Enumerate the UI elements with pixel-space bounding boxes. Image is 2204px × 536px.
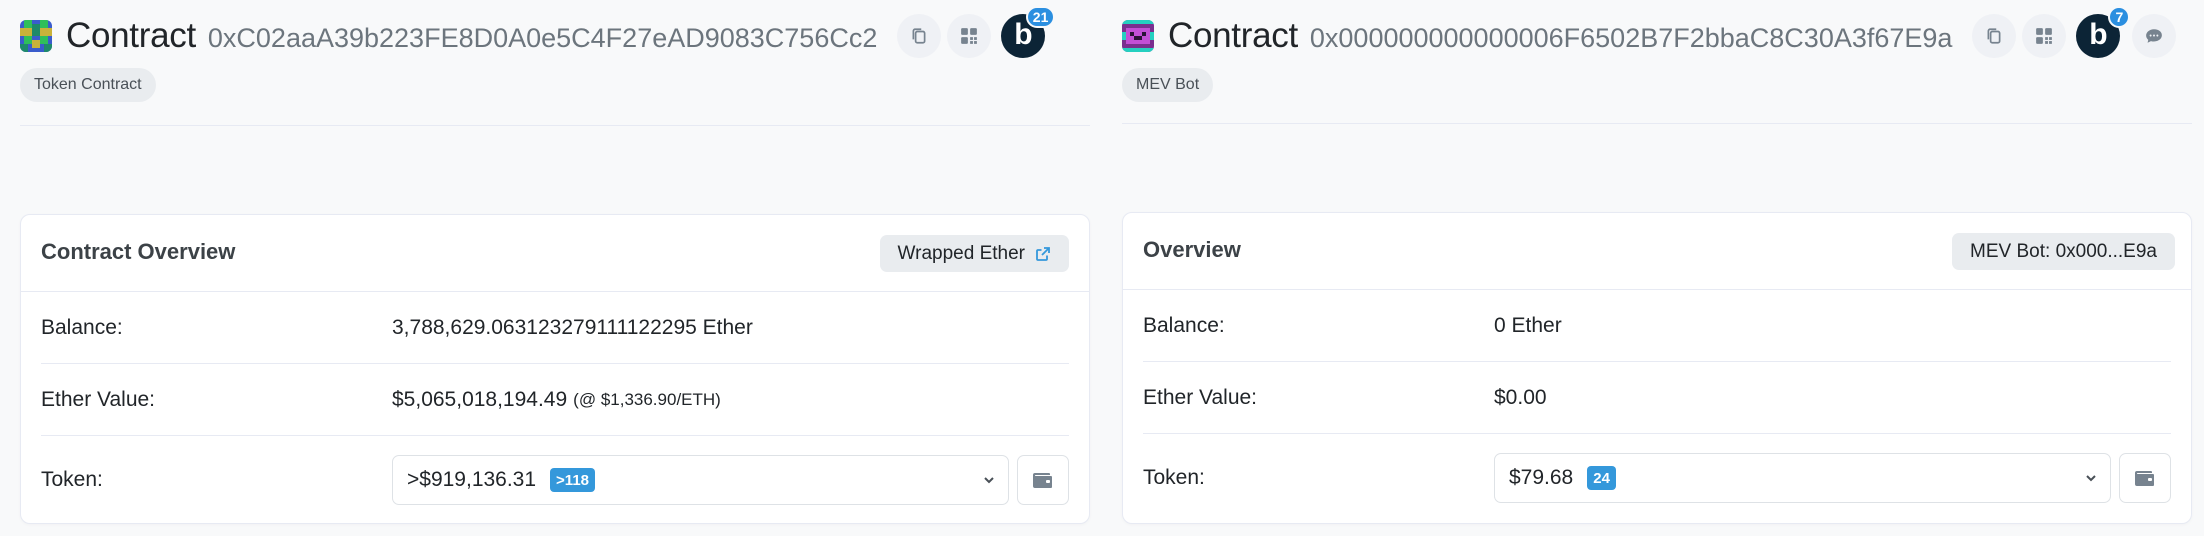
- balance-label: Balance:: [1143, 313, 1225, 337]
- contract-tag[interactable]: MEV Bot: [1122, 68, 1214, 102]
- token-amount: $79.68: [1509, 466, 1574, 489]
- copy-icon: [1987, 28, 2001, 44]
- contract-overview-card: Contract Overview Wrapped Ether Balance:…: [20, 214, 1090, 524]
- balance-value: 3,788,629.063123279111122295 Ether: [392, 315, 753, 339]
- ether-value-row: Ether Value: $0.00: [1143, 362, 2171, 434]
- qr-code-button[interactable]: [2022, 14, 2067, 58]
- qr-code-icon: [2036, 28, 2053, 44]
- qr-code-icon: [961, 28, 978, 44]
- blockscan-chat-button[interactable]: b 21: [1001, 6, 1056, 58]
- token-holdings-dropdown[interactable]: $79.68 24: [1494, 453, 2111, 503]
- blockscan-logo-icon: b: [2089, 17, 2108, 51]
- overview-card: Overview MEV Bot: 0x000...E9a Balance: 0…: [1122, 212, 2192, 524]
- qr-code-button[interactable]: [947, 14, 992, 58]
- token-row: Token: >$919,136.31 >118: [41, 436, 1069, 524]
- ether-value-label: Ether Value:: [41, 387, 156, 411]
- card-header: Overview MEV Bot: 0x000...E9a: [1123, 213, 2191, 290]
- token-link-button[interactable]: Wrapped Ether: [879, 235, 1069, 272]
- chevron-down-icon: [984, 477, 994, 484]
- contract-header: Contract 0x000000000000006F6502B7F2bbaC8…: [1122, 0, 2192, 124]
- balance-value: 0 Ether: [1494, 313, 1562, 337]
- token-link-label: Wrapped Ether: [897, 242, 1025, 264]
- comment-button[interactable]: [2132, 14, 2177, 58]
- ether-value: $0.00: [1494, 385, 1547, 409]
- card-title: Overview: [1143, 237, 1241, 262]
- token-label: Token:: [41, 468, 103, 491]
- page-title: Contract: [1168, 16, 1298, 55]
- page-title: Contract: [66, 16, 196, 55]
- notification-badge: 21: [1025, 6, 1056, 28]
- wallet-button[interactable]: [2119, 453, 2171, 503]
- copy-address-button[interactable]: [1972, 14, 2017, 58]
- contract-tag[interactable]: Token Contract: [20, 68, 156, 102]
- contract-header: Contract 0xC02aaA39b223FE8D0A0e5C4F27eAD…: [20, 0, 1090, 126]
- contract-address: 0x000000000000006F6502B7F2bbaC8C30A3f67E…: [1309, 22, 1953, 53]
- card-title: Contract Overview: [41, 239, 236, 264]
- right-contract-panel: Contract 0x000000000000006F6502B7F2bbaC8…: [1122, 0, 2192, 536]
- wallet-icon: [2135, 471, 2154, 486]
- left-contract-panel: Contract 0xC02aaA39b223FE8D0A0e5C4F27eAD…: [20, 0, 1090, 536]
- ether-value-label: Ether Value:: [1143, 385, 1258, 409]
- token-row: Token: $79.68 24: [1143, 434, 2171, 522]
- balance-row: Balance: 3,788,629.063123279111122295 Et…: [41, 292, 1069, 364]
- token-label: Token:: [1143, 466, 1205, 489]
- chevron-down-icon: [2086, 475, 2096, 482]
- chat-bubble-icon: [2146, 29, 2163, 43]
- name-tag-label: MEV Bot: 0x000...E9a: [1970, 240, 2157, 262]
- token-holdings-dropdown[interactable]: >$919,136.31 >118: [392, 455, 1009, 505]
- copy-address-button[interactable]: [897, 14, 942, 58]
- ether-value: $5,065,018,194.49: [392, 387, 568, 411]
- external-link-icon: [1036, 246, 1050, 261]
- contract-address: 0xC02aaA39b223FE8D0A0e5C4F27eAD9083C756C…: [207, 22, 878, 53]
- wallet-icon: [1033, 473, 1052, 488]
- card-header: Contract Overview Wrapped Ether: [21, 215, 1089, 292]
- copy-icon: [912, 28, 926, 44]
- wallet-button[interactable]: [1017, 455, 1069, 505]
- balance-label: Balance:: [41, 315, 123, 339]
- ether-rate: (@ $1,336.90/ETH): [573, 389, 721, 409]
- token-amount: >$919,136.31: [407, 468, 537, 491]
- token-count-badge: >118: [550, 468, 596, 492]
- token-count-badge: 24: [1587, 466, 1616, 490]
- notification-badge: 7: [2108, 6, 2131, 28]
- ether-value-row: Ether Value: $5,065,018,194.49 (@ $1,336…: [41, 364, 1069, 436]
- identicon-avatar: [1122, 20, 1154, 52]
- name-tag-button[interactable]: MEV Bot: 0x000...E9a: [1952, 233, 2175, 270]
- balance-row: Balance: 0 Ether: [1143, 290, 2171, 362]
- identicon-avatar: [20, 20, 52, 52]
- blockscan-chat-button[interactable]: b 7: [2076, 6, 2131, 58]
